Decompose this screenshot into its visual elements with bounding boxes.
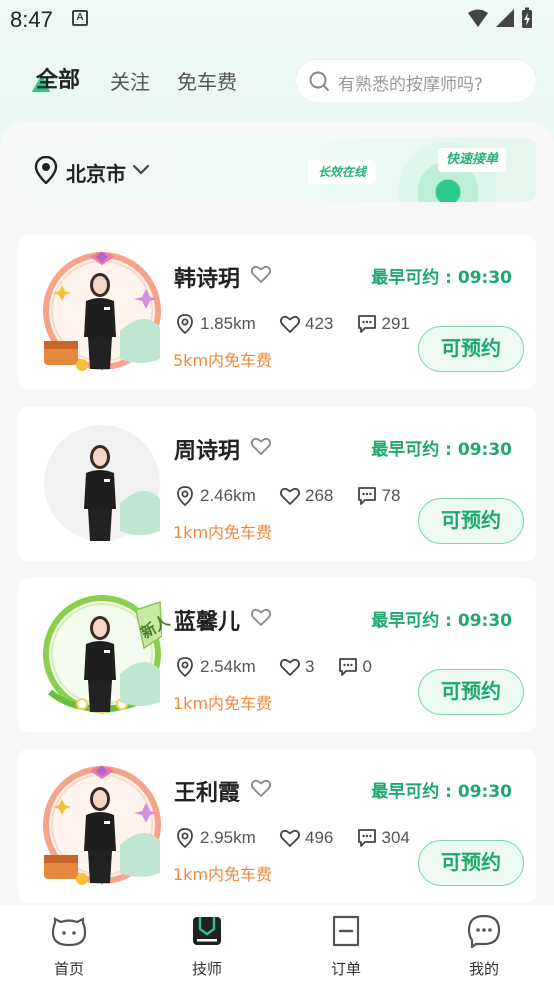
promo-online-tag: 长效在线 (308, 160, 377, 184)
nav-home[interactable]: 首页 (24, 905, 114, 984)
profile-icon (467, 914, 501, 949)
location-pin-icon (177, 828, 193, 849)
nav-orders[interactable]: 订单 (301, 905, 391, 984)
book-button[interactable]: 可预约 (418, 840, 524, 886)
nav-home-label: 首页 (53, 960, 84, 978)
distance-value: 2.54km (200, 657, 256, 676)
location-banner: 北京市 长效在线 快速接单 (18, 138, 536, 202)
favorite-heart-icon[interactable] (250, 263, 272, 285)
therapist-avatar[interactable] (42, 763, 162, 887)
nav-profile-label: 我的 (468, 960, 499, 978)
comments-value: 78 (381, 486, 401, 505)
distance-value: 2.46km (200, 486, 256, 505)
location-pin-icon (177, 657, 193, 678)
favorite-heart-icon[interactable] (250, 435, 272, 457)
comment-icon (338, 658, 357, 676)
therapist-name: 周诗玥 (174, 439, 241, 464)
therapist-avatar[interactable] (42, 421, 162, 545)
nav-profile[interactable]: 我的 (439, 905, 529, 984)
comment-icon (357, 829, 376, 847)
nav-orders-label: 订单 (330, 960, 361, 978)
therapist-card[interactable]: 新人 蓝馨儿 最早可约 : 09:30 2.54km 3 0 1km内免车费 可预约 (18, 578, 536, 732)
order-icon (332, 915, 360, 947)
distance-value: 1.85km (200, 314, 256, 333)
location-pin-icon (34, 156, 58, 184)
free-fare-range: 5km内免车费 (173, 351, 273, 370)
book-button[interactable]: 可预约 (418, 326, 524, 372)
therapist-card[interactable]: 周诗玥 最早可约 : 09:30 2.46km 268 78 1km内免车费 可预约 (18, 407, 536, 561)
like-heart-icon (279, 658, 301, 676)
bottom-navigation: 首页 技师 订单 我的 (0, 905, 554, 984)
city-selector[interactable]: 北京市 (66, 158, 126, 187)
status-time: 8:47 (10, 7, 53, 32)
like-heart-icon (279, 315, 301, 333)
location-pin-icon (177, 314, 193, 335)
free-fare-range: 1km内免车费 (173, 865, 273, 884)
nav-therapist[interactable]: 技师 (162, 905, 252, 984)
likes-value: 496 (305, 828, 334, 847)
tab-all[interactable]: 全部 (36, 62, 80, 94)
system-status-icons (468, 7, 532, 28)
location-pin-icon (177, 486, 193, 507)
avatar-image (43, 595, 163, 714)
favorite-heart-icon[interactable] (250, 606, 272, 628)
therapist-name: 蓝馨儿 (174, 610, 241, 635)
earliest-available-time: 最早可约 : 09:30 (371, 782, 512, 802)
therapist-stats: 2.46km 268 78 (174, 485, 434, 509)
likes-value: 3 (305, 657, 315, 676)
earliest-available-time: 最早可约 : 09:30 (371, 268, 512, 288)
free-fare-range: 1km内免车费 (173, 694, 273, 713)
therapist-stats: 2.95km 496 304 (174, 827, 434, 851)
like-heart-icon (279, 487, 301, 505)
likes-value: 268 (305, 486, 334, 505)
earliest-available-time: 最早可约 : 09:30 (371, 440, 512, 460)
nav-therapist-label: 技师 (191, 960, 222, 978)
comment-icon (357, 315, 376, 333)
therapist-name: 韩诗玥 (174, 267, 241, 292)
comments-value: 291 (381, 314, 410, 333)
comments-value: 304 (381, 828, 410, 847)
notification-a-icon: A (72, 10, 88, 26)
therapist-icon (193, 917, 221, 945)
book-button[interactable]: 可预约 (418, 498, 524, 544)
search-placeholder: 有熟悉的按摩师吗? (338, 75, 484, 95)
home-face-icon (51, 917, 87, 947)
therapist-stats: 2.54km 3 0 (174, 656, 434, 680)
search-bar[interactable]: 有熟悉的按摩师吗? (296, 60, 536, 102)
therapist-card[interactable]: 韩诗玥 最早可约 : 09:30 1.85km 423 291 5km内免车费 可预约 (18, 235, 536, 389)
status-bar: 8:47 A (0, 0, 554, 40)
tab-follow[interactable]: 关注 (110, 66, 150, 95)
avatar-image (43, 251, 161, 371)
distance-value: 2.95km (200, 828, 256, 847)
like-heart-icon (279, 829, 301, 847)
therapist-avatar[interactable] (42, 592, 163, 716)
book-button[interactable]: 可预约 (418, 669, 524, 715)
avatar-image (44, 425, 160, 541)
chevron-down-icon[interactable] (132, 164, 150, 176)
therapist-card[interactable]: 王利霞 最早可约 : 09:30 2.95km 496 304 1km内免车费 可预约 (18, 749, 536, 903)
free-fare-range: 1km内免车费 (173, 523, 273, 542)
therapist-name: 王利霞 (174, 781, 241, 806)
favorite-heart-icon[interactable] (250, 777, 272, 799)
promo-fast-tag: 快速接单 (438, 148, 507, 172)
tab-free-fare[interactable]: 免车费 (177, 66, 237, 95)
therapist-stats: 1.85km 423 291 (174, 313, 434, 337)
avatar-image (43, 765, 161, 885)
therapist-avatar[interactable] (42, 249, 162, 373)
earliest-available-time: 最早可约 : 09:30 (371, 611, 512, 631)
comments-value: 0 (362, 657, 372, 676)
comment-icon (357, 487, 376, 505)
likes-value: 423 (305, 314, 334, 333)
search-icon (309, 71, 329, 91)
